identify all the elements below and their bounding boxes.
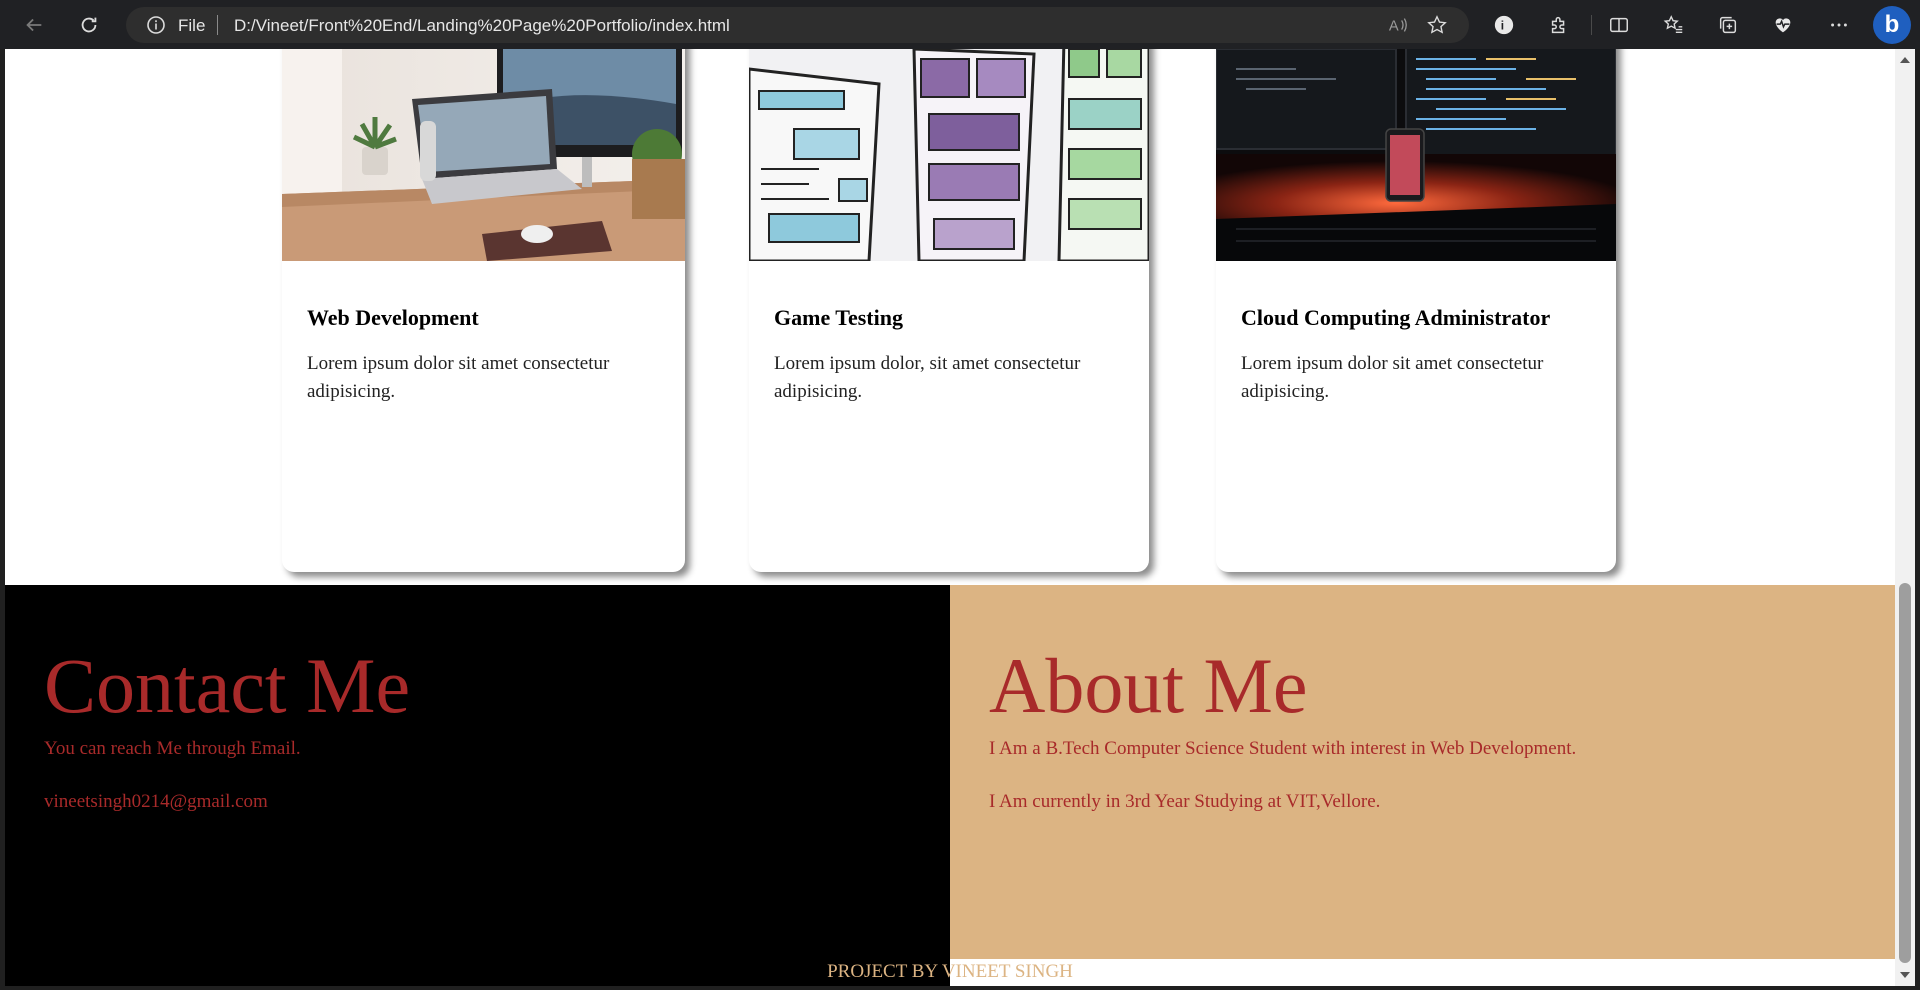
more-dots-icon[interactable] — [1822, 8, 1856, 42]
contact-title: Contact Me — [44, 642, 411, 729]
about-title: About Me — [989, 642, 1308, 729]
address-bar[interactable]: File D:/Vineet/Front%20End/Landing%20Pag… — [126, 7, 1469, 43]
address-url[interactable]: D:/Vineet/Front%20End/Landing%20Page%20P… — [234, 16, 730, 36]
card-text: Lorem ipsum dolor, sit amet consectetur … — [774, 353, 1081, 402]
star-icon[interactable] — [1426, 14, 1448, 36]
card-title: Web Development — [307, 305, 479, 330]
card-text: Lorem ipsum dolor sit amet consectetur a… — [307, 353, 610, 402]
scroll-thumb[interactable] — [1899, 583, 1911, 963]
extension-badge-icon[interactable]: i — [1487, 8, 1521, 42]
svg-text:A: A — [1389, 19, 1399, 35]
back-arrow-icon[interactable] — [17, 8, 51, 42]
bing-icon[interactable]: b — [1873, 6, 1911, 44]
card-cloud-computing: Cloud Computing Administrator Lorem ipsu… — [1216, 49, 1616, 572]
svg-text:i: i — [1501, 19, 1504, 33]
contact-email[interactable]: vineetsingh0214@gmail.com — [44, 791, 268, 813]
scroll-down-arrow-icon[interactable] — [1900, 972, 1910, 978]
read-aloud-icon[interactable]: A — [1387, 14, 1409, 36]
laptop-desk-photo — [282, 49, 685, 261]
window-edge-right — [1915, 49, 1920, 990]
wireframe-sketch-photo — [749, 49, 1149, 261]
about-description: I Am a B.Tech Computer Science Student w… — [989, 738, 1577, 759]
collections-icon[interactable] — [1711, 8, 1745, 42]
address-separator — [217, 15, 218, 35]
footer-credit: PROJECT BY VINEET SINGH — [827, 961, 1073, 982]
card-game-testing: Game Testing Lorem ipsum dolor, sit amet… — [749, 49, 1149, 572]
card-text: Lorem ipsum dolor sit amet consectetur a… — [1241, 353, 1544, 402]
page-viewport: Web Development Lorem ipsum dolor sit am… — [5, 49, 1895, 986]
scroll-up-arrow-icon[interactable] — [1900, 57, 1910, 63]
page-scrollbar[interactable] — [1895, 49, 1915, 986]
address-scheme: File — [178, 16, 206, 35]
puzzle-icon[interactable] — [1542, 8, 1576, 42]
heart-pulse-icon[interactable] — [1766, 8, 1800, 42]
contact-description: You can reach Me through Email. — [44, 738, 301, 759]
split-screen-icon[interactable] — [1602, 8, 1636, 42]
toolbar-divider — [1591, 15, 1592, 35]
about-section: About Me I Am a B.Tech Computer Science … — [950, 585, 1895, 959]
card-web-development: Web Development Lorem ipsum dolor sit am… — [282, 49, 685, 572]
card-title: Game Testing — [774, 305, 903, 330]
bing-glyph: b — [1884, 11, 1900, 38]
browser-toolbar: File D:/Vineet/Front%20End/Landing%20Pag… — [0, 0, 1920, 49]
contact-section: Contact Me You can reach Me through Emai… — [5, 585, 950, 986]
info-icon[interactable] — [146, 15, 166, 35]
favorites-list-icon[interactable] — [1657, 8, 1691, 42]
card-title: Cloud Computing Administrator — [1241, 305, 1551, 330]
about-education: I Am currently in 3rd Year Studying at V… — [989, 791, 1381, 812]
dark-code-monitors-photo — [1216, 49, 1616, 261]
window-edge-bottom — [0, 986, 1920, 990]
refresh-icon[interactable] — [72, 8, 106, 42]
